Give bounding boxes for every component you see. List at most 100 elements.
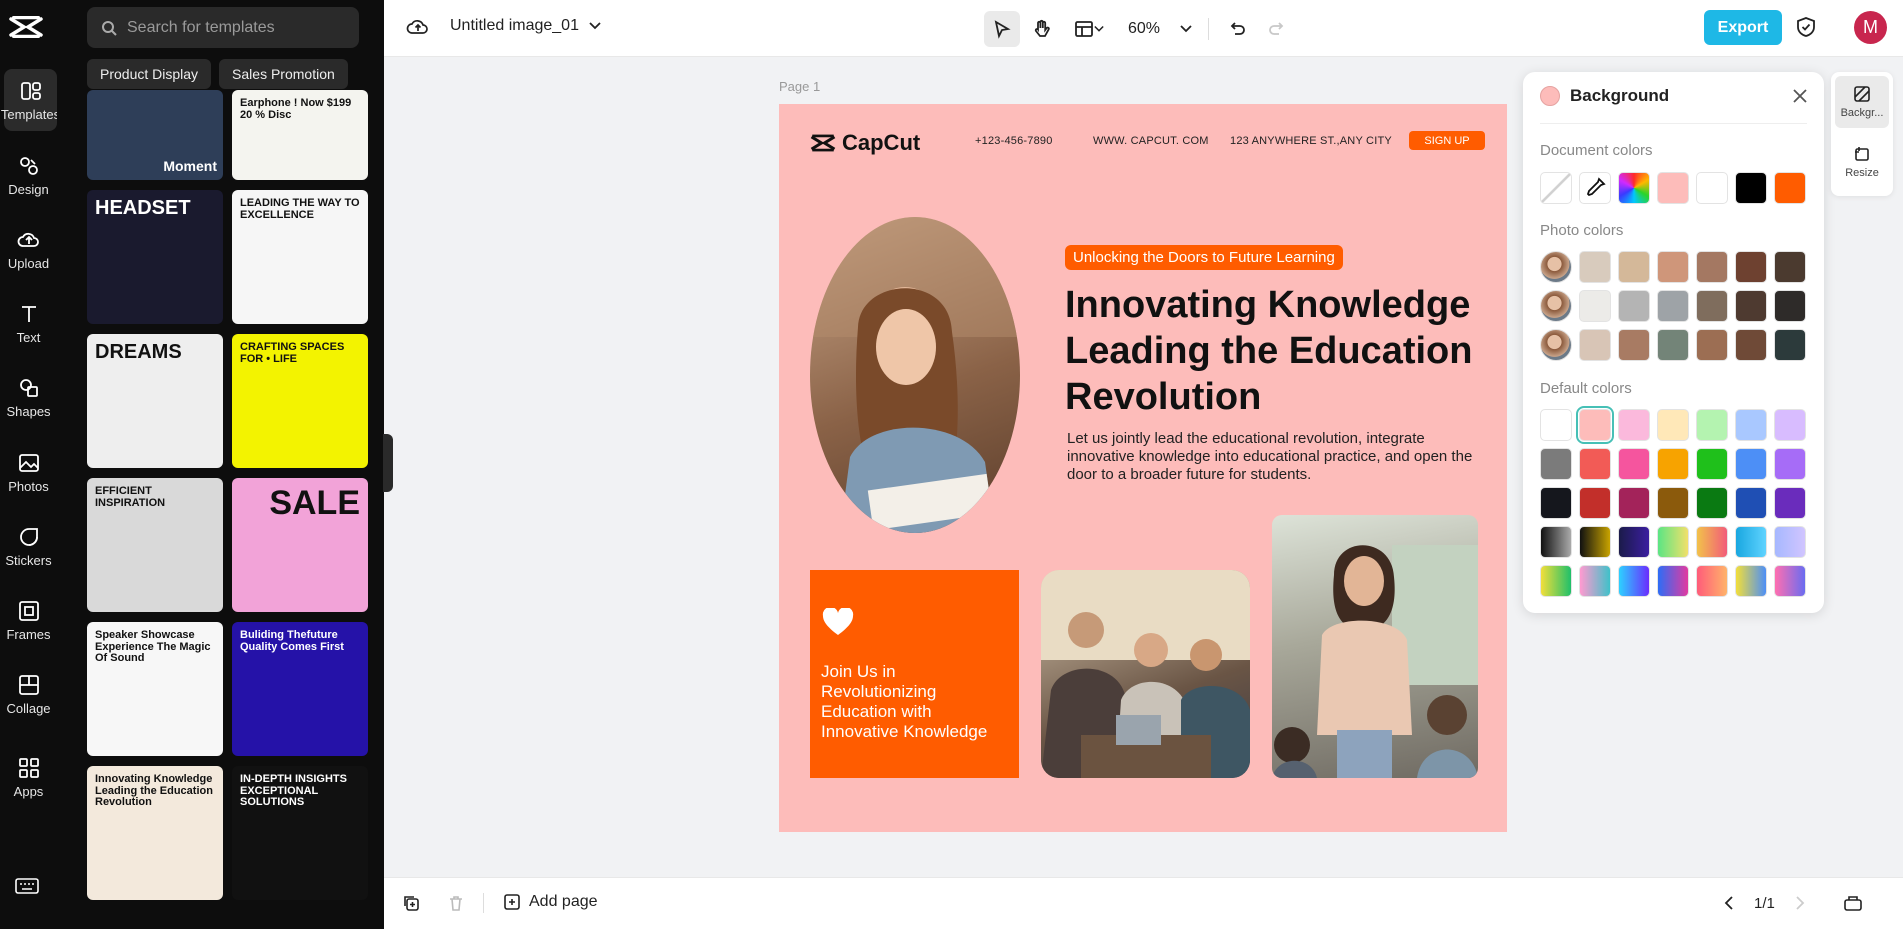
default-color-swatch[interactable] — [1774, 565, 1806, 597]
duplicate-page-icon[interactable] — [402, 894, 420, 912]
undo-button[interactable] — [1219, 11, 1255, 47]
document-color-swatch[interactable] — [1657, 172, 1689, 204]
default-color-swatch[interactable] — [1696, 526, 1728, 558]
capcut-logo-icon[interactable] — [9, 14, 43, 40]
cloud-sync-icon[interactable] — [406, 16, 430, 38]
export-button[interactable]: Export — [1704, 10, 1782, 45]
default-color-swatch[interactable] — [1540, 409, 1572, 441]
document-color-swatch[interactable] — [1735, 172, 1767, 204]
layers-icon[interactable] — [1843, 894, 1863, 912]
photo-color-swatch[interactable] — [1579, 290, 1611, 322]
canvas-website[interactable]: WWW. CAPCUT. COM — [1093, 135, 1209, 147]
nav-templates[interactable]: Templates — [1, 69, 60, 131]
template-card[interactable]: EFFICIENT INSPIRATION — [87, 478, 223, 612]
photo-color-swatch[interactable] — [1774, 329, 1806, 361]
default-color-swatch[interactable] — [1735, 565, 1767, 597]
photo-color-swatch[interactable] — [1774, 290, 1806, 322]
photo-color-swatch[interactable] — [1618, 251, 1650, 283]
template-card[interactable]: Innovating Knowledge Leading the Educati… — [87, 766, 223, 900]
default-color-swatch[interactable] — [1540, 487, 1572, 519]
photo-color-swatch[interactable] — [1657, 251, 1689, 283]
template-card[interactable]: CRAFTING SPACES FOR • LIFE — [232, 334, 368, 468]
default-color-swatch[interactable] — [1618, 448, 1650, 480]
template-card[interactable]: HEADSET — [87, 190, 223, 324]
default-color-swatch[interactable] — [1735, 526, 1767, 558]
document-color-swatch[interactable] — [1774, 172, 1806, 204]
nav-photos[interactable]: Photos — [0, 441, 57, 503]
default-color-swatch[interactable] — [1735, 448, 1767, 480]
template-search[interactable]: Search for templates — [87, 7, 359, 48]
zoom-dropdown[interactable] — [1174, 11, 1198, 47]
photo-color-swatch[interactable] — [1657, 329, 1689, 361]
default-color-swatch[interactable] — [1696, 409, 1728, 441]
photo-color-swatch[interactable] — [1618, 329, 1650, 361]
document-color-swatch[interactable] — [1696, 172, 1728, 204]
rail-resize[interactable]: Resize — [1835, 136, 1889, 188]
photo-color-swatch[interactable] — [1618, 290, 1650, 322]
photo-color-swatch[interactable] — [1579, 251, 1611, 283]
teacher-photo[interactable] — [1272, 515, 1478, 778]
photo-color-swatch[interactable] — [1735, 329, 1767, 361]
delete-page-icon[interactable] — [447, 894, 465, 912]
chevron-left-icon[interactable] — [1724, 896, 1734, 910]
document-color-swatch[interactable] — [1618, 172, 1650, 204]
canvas-headline[interactable]: Innovating Knowledge Leading the Educati… — [1065, 282, 1495, 420]
chevron-right-icon[interactable] — [1795, 896, 1805, 910]
canvas-body-text[interactable]: Let us jointly lead the educational revo… — [1067, 430, 1487, 484]
search-input[interactable]: Search for templates — [127, 19, 275, 37]
default-color-swatch[interactable] — [1657, 487, 1689, 519]
photo-thumbnail[interactable] — [1540, 290, 1572, 322]
photo-thumbnail[interactable] — [1540, 251, 1572, 283]
default-color-swatch[interactable] — [1618, 565, 1650, 597]
default-color-swatch[interactable] — [1540, 565, 1572, 597]
default-color-swatch[interactable] — [1696, 487, 1728, 519]
nav-design[interactable]: Design — [0, 144, 57, 206]
rail-background[interactable]: Backgr... — [1835, 76, 1889, 128]
document-title[interactable]: Untitled image_01 — [450, 17, 601, 35]
template-card[interactable]: IN-DEPTH INSIGHTS EXCEPTIONAL SOLUTIONS — [232, 766, 368, 900]
close-icon[interactable] — [1792, 88, 1808, 104]
keyboard-icon[interactable] — [14, 876, 40, 896]
photo-color-swatch[interactable] — [1657, 290, 1689, 322]
redo-button[interactable] — [1259, 11, 1295, 47]
photo-color-swatch[interactable] — [1696, 329, 1728, 361]
default-color-swatch[interactable] — [1774, 526, 1806, 558]
template-card[interactable]: Moment — [87, 90, 223, 180]
default-color-swatch[interactable] — [1618, 409, 1650, 441]
template-card[interactable]: LEADING THE WAY TO EXCELLENCE — [232, 190, 368, 324]
nav-stickers[interactable]: Stickers — [0, 515, 57, 577]
default-color-swatch[interactable] — [1657, 409, 1689, 441]
user-avatar[interactable]: M — [1854, 11, 1887, 44]
default-color-swatch[interactable] — [1657, 448, 1689, 480]
eyedropper-swatch[interactable] — [1579, 172, 1611, 204]
default-color-swatch[interactable] — [1579, 526, 1611, 558]
canvas-signup[interactable]: SIGN UP — [1409, 131, 1485, 150]
photo-color-swatch[interactable] — [1579, 329, 1611, 361]
default-color-swatch[interactable] — [1657, 565, 1689, 597]
canvas-address[interactable]: 123 ANYWHERE ST.,ANY CITY — [1230, 135, 1392, 147]
nav-upload[interactable]: Upload — [0, 218, 57, 280]
default-color-swatch[interactable] — [1696, 448, 1728, 480]
photo-color-swatch[interactable] — [1774, 251, 1806, 283]
add-page-button[interactable]: Add page — [503, 893, 598, 911]
chip-product-display[interactable]: Product Display — [87, 59, 212, 89]
canvas-cta-box[interactable]: Join Us in Revolutionizing Education wit… — [810, 570, 1019, 778]
layout-tool[interactable] — [1064, 11, 1114, 47]
default-color-swatch[interactable] — [1540, 448, 1572, 480]
canvas-logo[interactable]: CapCut — [810, 130, 920, 156]
photo-color-swatch[interactable] — [1735, 251, 1767, 283]
chip-sales-promotion[interactable]: Sales Promotion — [219, 59, 348, 89]
default-color-swatch[interactable] — [1657, 526, 1689, 558]
shield-check-icon[interactable] — [1795, 16, 1817, 38]
student-photo[interactable] — [810, 217, 1020, 533]
panel-collapse-handle[interactable] — [383, 434, 393, 492]
template-card[interactable]: SALE — [232, 478, 368, 612]
document-color-swatch[interactable] — [1540, 172, 1572, 204]
default-color-swatch[interactable] — [1576, 406, 1614, 444]
photo-color-swatch[interactable] — [1696, 290, 1728, 322]
default-color-swatch[interactable] — [1540, 526, 1572, 558]
default-color-swatch[interactable] — [1774, 409, 1806, 441]
template-card[interactable]: Speaker Showcase Experience The Magic Of… — [87, 622, 223, 756]
template-card[interactable]: Buliding Thefuture Quality Comes First — [232, 622, 368, 756]
default-color-swatch[interactable] — [1579, 487, 1611, 519]
